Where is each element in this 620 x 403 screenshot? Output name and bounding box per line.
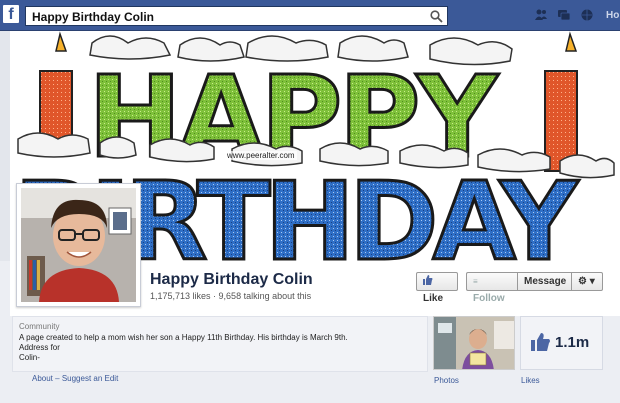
thumbs-up-icon: [423, 275, 433, 285]
page-description: A page created to help a mom wish her so…: [19, 333, 419, 363]
messages-icon[interactable]: [557, 8, 571, 22]
home-link[interactable]: Ho: [606, 10, 619, 21]
description-line: A page created to help a mom wish her so…: [19, 333, 348, 342]
rss-icon: ≡: [473, 277, 478, 286]
photos-thumbnail[interactable]: [433, 316, 515, 370]
chevron-down-icon: ▾: [589, 276, 595, 287]
message-button-label: Message: [524, 276, 567, 287]
talking-about-text[interactable]: 9,658 talking about this: [219, 291, 312, 301]
facebook-logo[interactable]: f: [3, 5, 19, 23]
photos-thumbnail-image: [434, 317, 514, 369]
like-button-label: Like: [423, 293, 444, 304]
stats-separator: ·: [210, 291, 219, 301]
search-query-text[interactable]: Happy Birthday Colin: [32, 10, 154, 24]
follow-button[interactable]: ≡ Follow: [466, 272, 518, 304]
about-links: About – Suggest an Edit: [32, 374, 118, 383]
page-category[interactable]: Community: [19, 322, 59, 331]
follow-button-label: Follow: [473, 293, 505, 304]
thumbs-up-icon: [531, 333, 550, 351]
search-icon[interactable]: [430, 10, 443, 23]
page-title[interactable]: Happy Birthday Colin: [150, 271, 313, 289]
likes-app-count: 1.1m: [555, 334, 590, 351]
likes-app-label[interactable]: Likes: [521, 376, 540, 385]
likes-count-text[interactable]: 1,175,713 likes: [150, 291, 211, 301]
description-line: Colin-: [19, 353, 40, 362]
about-link[interactable]: About: [32, 374, 53, 383]
profile-photo-boy: [21, 188, 136, 302]
top-navigation-bar: f Happy Birthday Colin Ho: [0, 0, 620, 31]
photos-app-label[interactable]: Photos: [434, 376, 459, 385]
description-line: Address for: [19, 343, 60, 352]
notifications-globe-icon[interactable]: [580, 8, 594, 22]
message-button[interactable]: Message: [517, 272, 572, 291]
like-button[interactable]: Like: [416, 272, 458, 304]
search-input[interactable]: Happy Birthday Colin: [25, 6, 448, 26]
suggest-edit-link[interactable]: Suggest an Edit: [62, 374, 118, 383]
links-separator: –: [52, 374, 62, 383]
friend-requests-icon[interactable]: [534, 8, 548, 22]
gear-icon: ⚙: [578, 276, 587, 287]
profile-picture[interactable]: [16, 183, 141, 307]
cover-watermark: www.peeralter.com: [225, 151, 297, 160]
settings-dropdown-button[interactable]: ⚙ ▾: [571, 272, 603, 291]
page-stats: 1,175,713 likes · 9,658 talking about th…: [150, 291, 311, 301]
